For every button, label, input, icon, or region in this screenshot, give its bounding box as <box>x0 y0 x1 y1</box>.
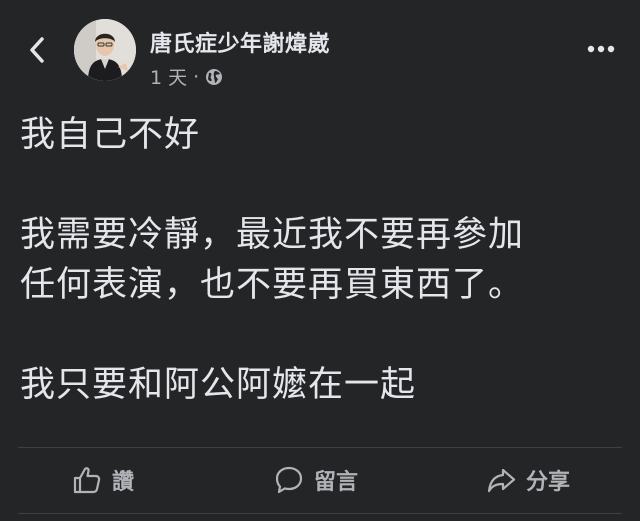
author-name[interactable]: 唐氏症少年謝煒崴 <box>150 26 330 58</box>
post-meta: 1 天 · <box>150 63 223 90</box>
avatar[interactable] <box>74 19 136 81</box>
more-options-button[interactable] <box>584 35 618 63</box>
post-paragraph: 我自己不好 <box>20 115 201 155</box>
avatar-photo <box>74 19 136 81</box>
more-dots-icon <box>587 45 615 53</box>
back-button[interactable] <box>22 30 52 70</box>
comment-bubble-icon <box>275 466 303 494</box>
post-paragraph: 我需要冷靜，最近我不要再參加 <box>20 215 525 255</box>
bottom-divider <box>18 513 622 514</box>
share-button[interactable]: 分享 <box>486 462 570 498</box>
comment-label: 留言 <box>314 470 359 495</box>
post-timestamp[interactable]: 1 天 <box>150 63 187 90</box>
share-arrow-icon <box>487 468 516 493</box>
post-header: 唐氏症少年謝煒崴 1 天 · <box>0 0 640 100</box>
comment-button[interactable]: 留言 <box>274 462 358 498</box>
like-label: 讚 <box>112 470 135 495</box>
globe-icon <box>206 68 223 85</box>
post-paragraph-continued: 任何表演，也不要再買東西了。 <box>20 265 525 305</box>
chevron-left-icon <box>30 37 44 63</box>
share-label: 分享 <box>526 470 571 495</box>
post-content: 我自己不好 我需要冷靜，最近我不要再參加 任何表演，也不要再買東西了。 我只要和… <box>20 110 620 410</box>
like-button[interactable]: 讚 <box>72 462 134 498</box>
meta-separator: · <box>193 65 200 88</box>
thumbs-up-icon <box>73 467 101 494</box>
post-paragraph: 我只要和阿公阿嬤在一起 <box>20 365 417 405</box>
post-actions-bar: 讚 留言 分享 <box>0 448 640 513</box>
